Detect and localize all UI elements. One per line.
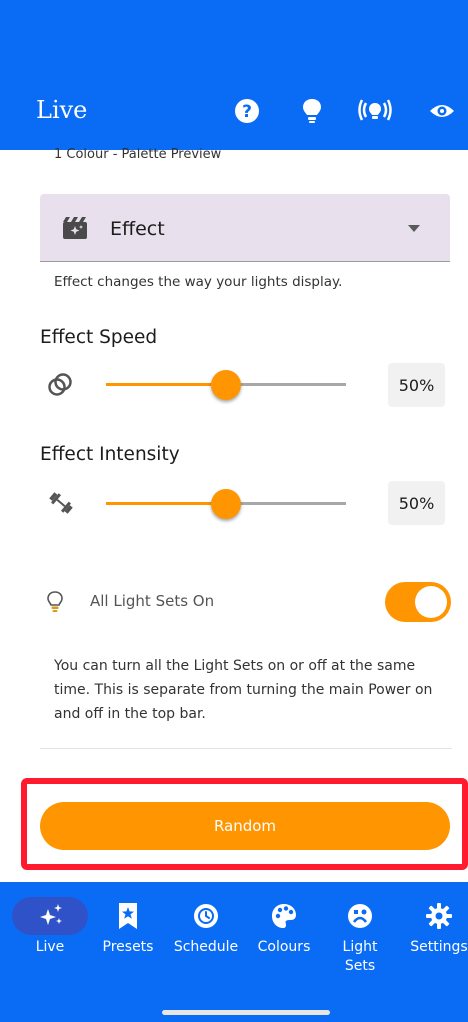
effect-helper-text: Effect changes the way your lights displ… [54, 274, 343, 290]
eye-icon[interactable] [425, 94, 459, 128]
palette-preview-text: 1 Colour - Palette Preview [54, 147, 222, 162]
nav-label-presets: Presets [102, 939, 154, 955]
effect-speed-value: 50% [388, 363, 445, 407]
divider [40, 748, 452, 749]
nav-item-schedule[interactable]: Schedule [168, 882, 244, 992]
random-button[interactable]: Random [40, 802, 450, 850]
dumbbell-icon [46, 488, 76, 518]
svg-text:?: ? [242, 102, 252, 122]
nav-item-presets[interactable]: Presets [96, 882, 160, 992]
nav-item-colours[interactable]: Colours [253, 882, 315, 992]
nav-label-light-sets: Light Sets [342, 939, 378, 974]
effect-speed-slider-fill [106, 383, 226, 386]
effect-intensity-slider-thumb[interactable] [211, 489, 241, 519]
chevron-down-icon [408, 225, 420, 232]
movie-sparkle-icon [62, 216, 88, 240]
effect-intensity-slider[interactable] [106, 489, 346, 519]
light-sets-icon [340, 898, 380, 934]
nav-item-light-sets[interactable]: Light Sets [332, 882, 388, 992]
bookmark-star-icon [108, 898, 148, 934]
nav-label-settings: Settings [410, 939, 468, 955]
toggle-knob [415, 586, 447, 618]
nav-label-schedule: Schedule [173, 939, 239, 955]
nav-item-live[interactable]: Live [28, 882, 72, 992]
effect-intensity-slider-fill [106, 502, 226, 505]
bottom-navigation: Live Presets Schedule Colours Light Sets… [0, 882, 468, 1022]
nav-label-colours: Colours [257, 939, 311, 955]
nav-label-live: Live [35, 939, 65, 955]
effect-speed-title: Effect Speed [40, 327, 158, 348]
help-icon[interactable]: ? [230, 94, 264, 128]
home-indicator[interactable] [162, 1010, 330, 1015]
top-app-bar: Live ? [0, 0, 468, 150]
effect-intensity-value: 50% [388, 481, 445, 525]
effect-speed-slider[interactable] [106, 370, 346, 400]
effect-dropdown-label: Effect [110, 218, 165, 240]
broadcast-icon[interactable] [358, 94, 392, 128]
sparkles-icon [30, 898, 70, 934]
all-light-sets-description: You can turn all the Light Sets on or of… [54, 658, 433, 722]
all-light-sets-toggle[interactable] [385, 582, 451, 622]
page-title: Live [36, 96, 88, 124]
palette-icon [264, 898, 304, 934]
nav-item-settings[interactable]: Settings [406, 882, 468, 992]
effect-speed-slider-thumb[interactable] [211, 370, 241, 400]
bulb-icon[interactable] [295, 94, 329, 128]
effect-dropdown[interactable]: Effect [40, 194, 450, 262]
bulb-outline-icon [46, 590, 64, 614]
gear-icon [419, 898, 459, 934]
rings-icon [46, 369, 76, 399]
all-light-sets-label: All Light Sets On [90, 592, 215, 610]
effect-intensity-title: Effect Intensity [40, 444, 180, 465]
clock-icon [186, 898, 226, 934]
